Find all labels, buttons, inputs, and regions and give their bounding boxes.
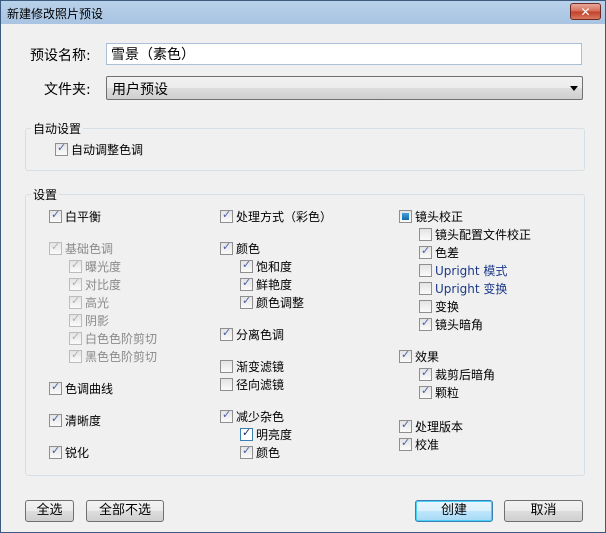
grain-checkbox[interactable]: 颗粒	[419, 384, 459, 401]
saturation-checkbox[interactable]: 饱和度	[240, 258, 292, 275]
clarity-checkbox[interactable]: 清晰度	[49, 412, 101, 429]
basic-tone-checkbox[interactable]: 基础色调	[49, 240, 113, 257]
checkbox-icon	[220, 326, 233, 341]
white-balance-checkbox[interactable]: 白平衡	[49, 208, 101, 225]
checkbox-icon	[220, 360, 233, 373]
process-version-checkbox[interactable]: 处理版本	[399, 418, 463, 435]
create-button[interactable]: 创建	[415, 500, 493, 522]
calibration-checkbox[interactable]: 校准	[399, 436, 439, 453]
preset-name-label: 预设名称:	[30, 48, 91, 64]
close-icon: ✕	[580, 5, 591, 19]
sharpening-checkbox[interactable]: 锐化	[49, 444, 89, 461]
settings-legend: 设置	[31, 186, 60, 203]
black-clipping-checkbox[interactable]: 黑色色阶剪切	[69, 348, 157, 365]
split-toning-checkbox[interactable]: 分离色调	[220, 326, 284, 343]
color-checkbox[interactable]: 颜色	[220, 240, 260, 257]
checkbox-icon	[220, 378, 233, 391]
check-all-button[interactable]: 全选	[25, 500, 74, 522]
checkbox-icon	[419, 384, 432, 399]
window-title: 新建修改照片预设	[7, 7, 104, 21]
title-bar: 新建修改照片预设 ✕	[1, 1, 605, 24]
checkbox-icon	[419, 282, 432, 295]
folder-value: 用户预设	[112, 82, 168, 98]
checkbox-icon	[419, 244, 432, 259]
checkbox-icon	[69, 330, 82, 345]
highlights-checkbox[interactable]: 高光	[69, 294, 109, 311]
noise-reduction-checkbox[interactable]: 减少杂色	[220, 408, 284, 425]
chromatic-aberration-checkbox[interactable]: 色差	[419, 244, 459, 261]
checkbox-icon	[399, 418, 412, 433]
checkbox-icon	[419, 316, 432, 331]
upright-mode-checkbox[interactable]: Upright 模式	[419, 262, 507, 279]
auto-tone-checkbox[interactable]: 自动调整色调	[55, 141, 143, 158]
folder-label: 文件夹:	[44, 82, 91, 98]
contrast-checkbox[interactable]: 对比度	[69, 276, 121, 293]
effects-checkbox[interactable]: 效果	[399, 348, 439, 365]
checkbox-icon	[240, 276, 253, 291]
checkbox-icon	[419, 300, 432, 313]
checkbox-icon	[399, 210, 412, 223]
transform-checkbox[interactable]: 变换	[419, 298, 459, 315]
shadows-checkbox[interactable]: 阴影	[69, 312, 109, 329]
checkbox-icon	[240, 444, 253, 459]
lens-vignetting-checkbox[interactable]: 镜头暗角	[419, 316, 483, 333]
chevron-down-icon	[570, 86, 578, 91]
graduated-filters-checkbox[interactable]: 渐变滤镜	[220, 358, 284, 375]
lens-profile-checkbox[interactable]: 镜头配置文件校正	[419, 226, 531, 243]
checkbox-icon	[240, 294, 253, 309]
checkbox-icon	[220, 408, 233, 423]
luminance-checkbox[interactable]: 明亮度	[240, 426, 292, 443]
checkbox-icon	[419, 264, 432, 277]
color-adjustments-checkbox[interactable]: 颜色调整	[240, 294, 304, 311]
checkbox-icon	[69, 348, 82, 363]
checkbox-icon	[220, 240, 233, 255]
auto-settings-legend: 自动设置	[31, 120, 84, 137]
upright-transforms-checkbox[interactable]: Upright 变换	[419, 280, 507, 297]
checkbox-icon	[49, 380, 62, 395]
checkbox-icon	[240, 258, 253, 273]
folder-select[interactable]: 用户预设	[106, 76, 583, 100]
tone-curve-checkbox[interactable]: 色调曲线	[49, 380, 113, 397]
lens-corrections-checkbox[interactable]: 镜头校正	[399, 208, 463, 225]
checkbox-icon	[49, 240, 62, 255]
checkbox-icon	[49, 208, 62, 223]
close-button[interactable]: ✕	[570, 3, 601, 20]
checkbox-icon	[399, 436, 412, 451]
white-clipping-checkbox[interactable]: 白色色阶剪切	[69, 330, 157, 347]
radial-filters-checkbox[interactable]: 径向滤镜	[220, 376, 284, 393]
checkbox-icon	[69, 258, 82, 273]
checkbox-icon	[69, 276, 82, 291]
treatment-checkbox[interactable]: 处理方式（彩色）	[220, 208, 332, 225]
checkbox-icon	[240, 426, 253, 441]
checkbox-icon	[55, 141, 68, 156]
post-crop-vignetting-checkbox[interactable]: 裁剪后暗角	[419, 366, 495, 383]
checkbox-icon	[419, 366, 432, 381]
exposure-checkbox[interactable]: 曝光度	[69, 258, 121, 275]
checkbox-icon	[49, 412, 62, 427]
vibrance-checkbox[interactable]: 鲜艳度	[240, 276, 292, 293]
checkbox-icon	[220, 208, 233, 223]
check-none-button[interactable]: 全部不选	[86, 500, 164, 522]
checkbox-icon	[399, 348, 412, 363]
preset-name-input[interactable]	[106, 43, 582, 65]
new-develop-preset-dialog: 新建修改照片预设 ✕ 预设名称: 文件夹: 用户预设 自动设置 自动调整色调 设…	[0, 0, 606, 533]
checkbox-icon	[69, 312, 82, 327]
checkbox-icon	[419, 228, 432, 241]
cancel-button[interactable]: 取消	[504, 500, 583, 522]
checkbox-icon	[69, 294, 82, 309]
checkbox-icon	[49, 444, 62, 459]
noise-color-checkbox[interactable]: 颜色	[240, 444, 280, 461]
